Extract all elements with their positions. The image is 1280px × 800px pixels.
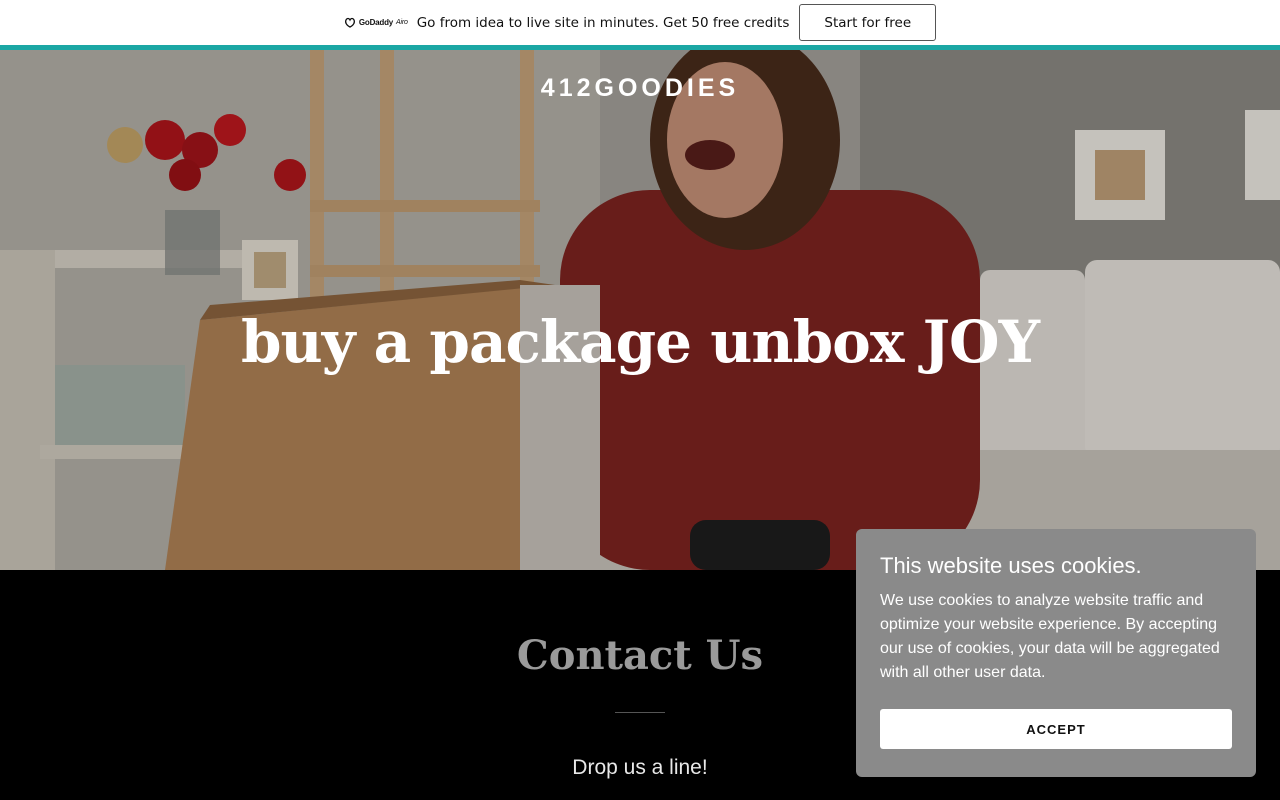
contact-divider [615, 712, 665, 713]
logo-text: GoDaddy [358, 18, 394, 27]
promo-message: Go from idea to live site in minutes. Ge… [416, 14, 790, 31]
cookie-message: We use cookies to analyze website traffi… [880, 592, 1220, 681]
accept-cookies-button[interactable]: ACCEPT [880, 709, 1232, 749]
promo-bar: GoDaddy Airo Go from idea to live site i… [0, 0, 1280, 45]
hero-section: 412GOODIES buy a package unbox JOY [0, 50, 1280, 570]
godaddy-airo-logo: GoDaddy Airo [344, 17, 408, 28]
logo-suffix: Airo [396, 19, 408, 26]
cookie-banner: This website uses cookies. We use cookie… [856, 529, 1256, 777]
hero-headline: buy a package unbox JOY [241, 308, 1040, 376]
cookie-title: This website uses cookies. [880, 553, 1142, 578]
godaddy-logo-icon [344, 17, 355, 28]
site-title[interactable]: 412GOODIES [0, 74, 1280, 103]
start-for-free-button[interactable]: Start for free [799, 4, 937, 41]
